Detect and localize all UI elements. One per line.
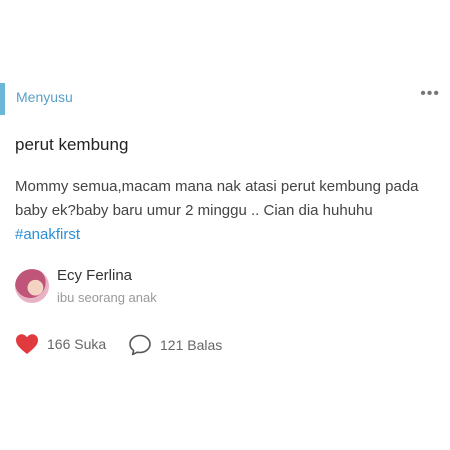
- like-count: 166 Suka: [47, 336, 107, 352]
- post-body-text: Mommy semua,macam mana nak atasi perut k…: [15, 178, 419, 219]
- author-subtitle: ibu seorang anak: [57, 290, 157, 305]
- post-card: Menyusu ••• perut kembung Mommy semua,ma…: [0, 78, 450, 378]
- category-label[interactable]: Menyusu: [16, 89, 73, 105]
- post-body: Mommy semua,macam mana nak atasi perut k…: [15, 175, 435, 247]
- reply-button[interactable]: 121 Balas: [128, 333, 222, 357]
- post-title[interactable]: perut kembung: [15, 135, 128, 155]
- post-stats: 166 Suka 121 Balas: [15, 333, 435, 357]
- category-accent-bar: [0, 83, 5, 115]
- author-name[interactable]: Ecy Ferlina: [57, 267, 132, 284]
- speech-bubble-icon: [128, 333, 152, 357]
- hashtag-link[interactable]: #anakfirst: [15, 226, 80, 243]
- like-button[interactable]: 166 Suka: [15, 333, 106, 355]
- avatar[interactable]: [15, 269, 49, 303]
- reply-count: 121 Balas: [160, 337, 223, 353]
- ellipsis-icon[interactable]: •••: [420, 85, 440, 103]
- heart-icon: [15, 333, 39, 355]
